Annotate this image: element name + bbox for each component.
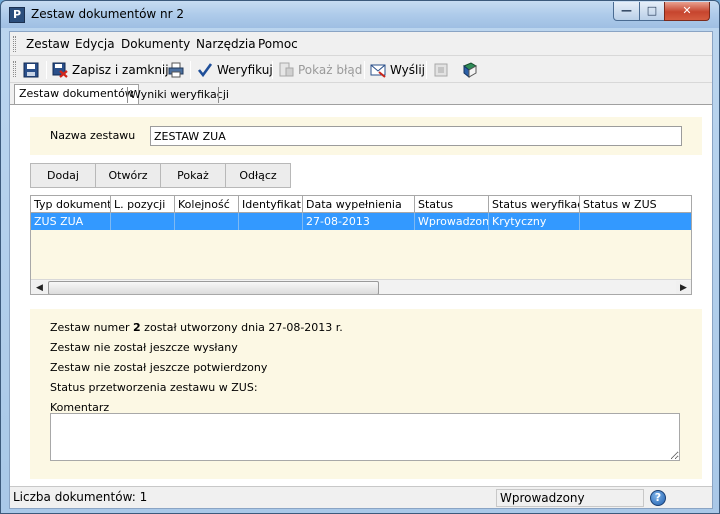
menu-edycja[interactable]: Edycja <box>75 37 115 51</box>
horizontal-scrollbar[interactable]: ◀ ▶ <box>31 279 691 294</box>
save-close-icon <box>52 62 68 78</box>
column-header[interactable]: Identyfikat... <box>239 196 303 213</box>
show-error-button[interactable]: Pokaż błąd <box>278 60 362 80</box>
comment-textarea[interactable] <box>50 413 680 461</box>
help-icon[interactable]: ? <box>650 490 666 506</box>
info-section: Zestaw numer 2 został utworzony dnia 27-… <box>30 309 702 479</box>
name-section: Nazwa zestawu <box>30 117 702 155</box>
maximize-button[interactable]: □ <box>639 2 665 21</box>
table-cell <box>239 213 303 230</box>
table-cell: Wprowadzony <box>415 213 489 230</box>
menu-pomoc[interactable]: Pomoc <box>258 37 298 51</box>
menu-grip-icon <box>13 36 16 52</box>
tab-separator <box>218 87 219 103</box>
menu-dokumenty[interactable]: Dokumenty <box>121 37 190 51</box>
created-suffix: został utworzony dnia 27-08-2013 r. <box>140 321 343 334</box>
not-sent-info: Zestaw nie został jeszcze wysłany <box>50 341 238 354</box>
save-button[interactable] <box>23 60 39 80</box>
column-header[interactable]: Kolejność <box>175 196 239 213</box>
help-book-button[interactable] <box>462 60 478 80</box>
table-cell: Krytyczny <box>489 213 580 230</box>
document-count: Liczba dokumentów: 1 <box>13 490 148 504</box>
menu-bar: Zestaw Edycja Dokumenty Narzędzia Pomoc <box>10 32 712 56</box>
send-label: Wyślij <box>390 63 426 77</box>
envelope-icon <box>370 64 386 78</box>
toolbar-separator <box>46 61 47 79</box>
show-button[interactable]: Pokaż <box>160 163 226 188</box>
column-header[interactable]: Status w ZUS <box>580 196 691 213</box>
created-prefix: Zestaw numer <box>50 321 134 334</box>
created-number: 2 <box>133 321 141 334</box>
column-header[interactable]: L. pozycji <box>111 196 175 213</box>
toolbar-grip-icon <box>13 61 16 77</box>
book-icon <box>463 62 477 78</box>
show-error-label: Pokaż błąd <box>298 63 363 77</box>
verify-button[interactable]: Weryfikuj <box>197 60 273 80</box>
verify-label: Weryfikuj <box>217 63 273 77</box>
floppy-disk-icon <box>23 62 39 78</box>
app-window: P Zestaw dokumentów nr 2 — □ ✕ Zestaw Ed… <box>0 0 720 514</box>
export-button[interactable] <box>433 60 449 80</box>
scroll-right-icon[interactable]: ▶ <box>676 281 691 294</box>
app-icon[interactable]: P <box>9 7 25 23</box>
column-header[interactable]: Status weryfikacji <box>489 196 580 213</box>
table-cell: 27-08-2013 <box>303 213 415 230</box>
tab-wyniki-weryfikacji[interactable]: Wyniki weryfikacji <box>126 86 233 104</box>
table-cell: ZUS ZUA <box>31 213 111 230</box>
toolbar-separator <box>364 61 365 79</box>
status-pane: Wprowadzony <box>496 489 644 507</box>
send-button[interactable]: Wyślij <box>370 60 425 80</box>
toolbar: Zapisz i zamknij Weryfikuj Pokaż błąd Wy… <box>10 57 712 83</box>
error-doc-icon <box>279 62 294 77</box>
client-area: Zestaw Edycja Dokumenty Narzędzia Pomoc <box>9 31 713 509</box>
printer-icon <box>168 62 184 78</box>
checkmark-icon <box>197 63 213 78</box>
minimize-button[interactable]: — <box>613 2 640 21</box>
open-button[interactable]: Otwórz <box>95 163 161 188</box>
not-confirmed-info: Zestaw nie został jeszcze potwierdzony <box>50 361 268 374</box>
window-title: Zestaw dokumentów nr 2 <box>31 7 185 21</box>
grid-header: Typ dokumentu L. pozycji Kolejność Ident… <box>31 196 691 213</box>
save-and-close-label: Zapisz i zamknij <box>72 63 169 77</box>
documents-panel: Nazwa zestawu Dodaj Otwórz Pokaż Odłącz … <box>10 104 712 486</box>
column-header[interactable]: Data wypełnienia <box>303 196 415 213</box>
toolbar-separator <box>426 61 427 79</box>
title-bar[interactable]: P Zestaw dokumentów nr 2 — □ ✕ <box>1 1 719 28</box>
scroll-left-icon[interactable]: ◀ <box>32 281 47 294</box>
toolbar-separator <box>190 61 191 79</box>
zus-status-info: Status przetworzenia zestawu w ZUS: <box>50 381 258 394</box>
tab-strip: Zestaw dokumentów Wyniki weryfikacji <box>10 84 712 104</box>
table-row[interactable]: ZUS ZUA 27-08-2013 Wprowadzony Krytyczny <box>31 213 691 230</box>
column-header[interactable]: Status <box>415 196 489 213</box>
toolbar-separator <box>272 61 273 79</box>
status-bar: Liczba dokumentów: 1 Wprowadzony ? <box>10 486 712 508</box>
menu-zestaw[interactable]: Zestaw <box>26 37 70 51</box>
tab-zestaw-dokumentow[interactable]: Zestaw dokumentów <box>14 84 139 104</box>
table-cell <box>111 213 175 230</box>
table-cell <box>580 213 691 230</box>
export-doc-icon <box>434 63 448 77</box>
created-info: Zestaw numer 2 został utworzony dnia 27-… <box>50 321 343 334</box>
save-and-close-button[interactable]: Zapisz i zamknij <box>52 60 169 80</box>
add-button[interactable]: Dodaj <box>30 163 96 188</box>
name-label: Nazwa zestawu <box>50 129 136 142</box>
documents-grid: Typ dokumentu L. pozycji Kolejność Ident… <box>30 195 692 295</box>
detach-button[interactable]: Odłącz <box>225 163 291 188</box>
toolbar-separator <box>162 61 163 79</box>
scrollbar-thumb[interactable] <box>48 281 379 294</box>
menu-narzedzia[interactable]: Narzędzia <box>196 37 256 51</box>
print-button[interactable] <box>168 60 184 80</box>
name-input[interactable] <box>150 126 682 146</box>
table-cell <box>175 213 239 230</box>
close-button[interactable]: ✕ <box>664 2 710 21</box>
column-header[interactable]: Typ dokumentu <box>31 196 111 213</box>
